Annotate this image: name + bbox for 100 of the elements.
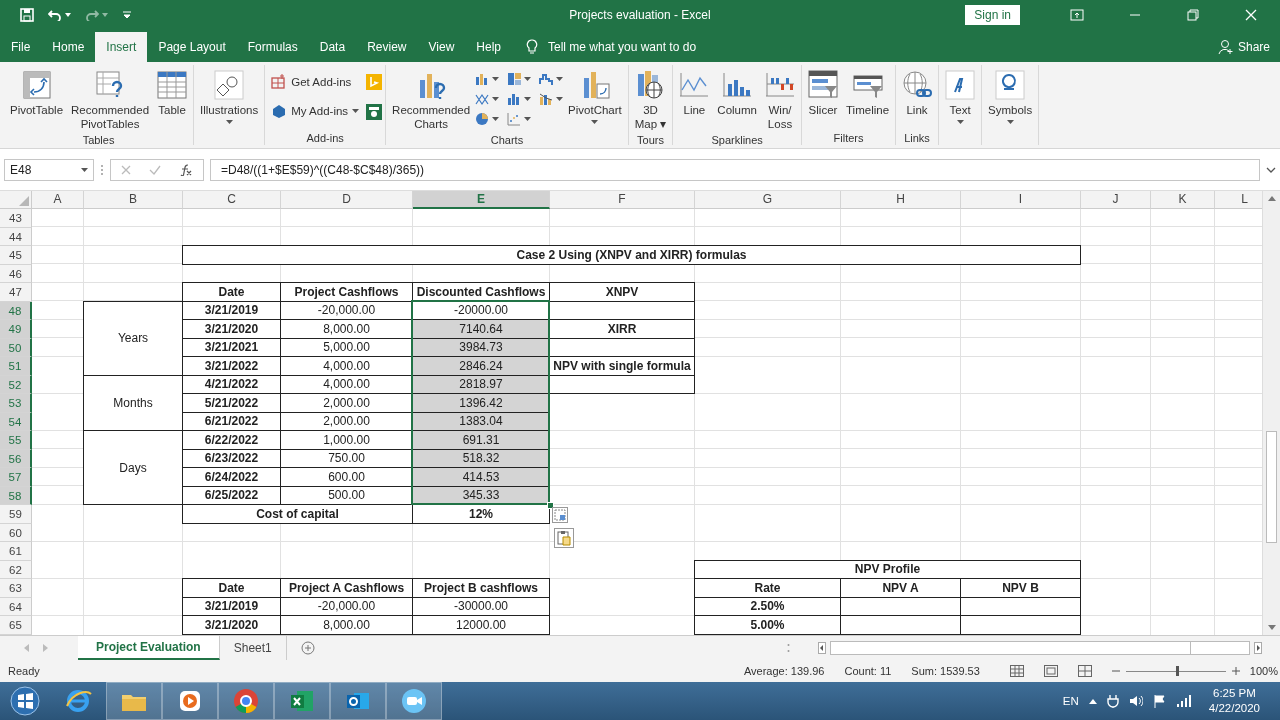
- sign-in-button[interactable]: Sign in: [965, 5, 1020, 25]
- ribbon-button[interactable]: Win/ Loss: [762, 68, 798, 133]
- power-plug-icon[interactable]: [1106, 694, 1119, 708]
- ribbon-button[interactable]: Recommended Charts: [389, 68, 474, 133]
- redo-icon[interactable]: [85, 9, 99, 21]
- hierarchy-chart-icon[interactable]: [507, 72, 522, 86]
- tell-me-field[interactable]: Tell me what you want to do: [546, 39, 720, 55]
- column-header[interactable]: D: [281, 191, 413, 209]
- column-header[interactable]: I: [961, 191, 1081, 209]
- column-header[interactable]: G: [695, 191, 841, 209]
- scatter-chart-icon[interactable]: [507, 112, 522, 126]
- undo-icon[interactable]: [48, 9, 62, 21]
- column-header[interactable]: L: [1215, 191, 1262, 209]
- ribbon-tab[interactable]: Formulas: [236, 32, 309, 62]
- column-header[interactable]: B: [84, 191, 183, 209]
- ribbon-tab[interactable]: Data: [308, 32, 357, 62]
- ribbon-button[interactable]: Recommended PivotTables: [68, 68, 153, 133]
- name-box[interactable]: E48: [4, 158, 94, 181]
- expand-icon[interactable]: [1266, 166, 1276, 173]
- ribbon-button[interactable]: Symbols: [985, 68, 1036, 126]
- clock-date[interactable]: 4/22/2020: [1208, 701, 1260, 716]
- browser-icon[interactable]: [231, 686, 261, 716]
- ribbon-button[interactable]: My Add-ins: [268, 100, 363, 122]
- column-header[interactable]: E: [413, 191, 550, 209]
- restore-icon[interactable]: [1187, 9, 1199, 21]
- check-icon[interactable]: [149, 164, 161, 175]
- pie-chart-icon[interactable]: [475, 112, 490, 126]
- column-header[interactable]: J: [1081, 191, 1151, 209]
- ribbon-button[interactable]: Timeline: [843, 68, 893, 119]
- scroll-left-icon[interactable]: [818, 642, 826, 654]
- waterfall-chart-icon[interactable]: [539, 72, 554, 86]
- ribbon-tab[interactable]: Help: [465, 32, 512, 62]
- zoom-slider[interactable]: [1175, 665, 1179, 676]
- save-icon[interactable]: [20, 8, 34, 22]
- clock-time[interactable]: 6:25 PM: [1213, 686, 1256, 701]
- ribbon-button[interactable]: Table: [154, 68, 191, 119]
- add-sheet-icon[interactable]: [300, 641, 315, 655]
- video-camera-icon[interactable]: [399, 686, 429, 716]
- row-header[interactable]: 53: [0, 394, 32, 413]
- ribbon-tab[interactable]: Home: [41, 32, 96, 62]
- ribbon-button[interactable]: PivotChart: [565, 68, 625, 126]
- scroll-thumb[interactable]: [1266, 431, 1277, 543]
- ribbon-display-icon[interactable]: [1070, 9, 1084, 21]
- language-indicator[interactable]: EN: [1062, 695, 1079, 707]
- close-icon[interactable]: [1245, 9, 1257, 21]
- ribbon-button[interactable]: Illustrations: [197, 68, 262, 126]
- normal-view-icon[interactable]: [1009, 665, 1024, 677]
- start-button-icon[interactable]: [10, 686, 40, 716]
- page-break-icon[interactable]: [1077, 665, 1092, 677]
- ribbon-button[interactable]: 3D Map ▾: [631, 68, 670, 133]
- zoom-in-icon[interactable]: [1231, 667, 1240, 675]
- sheet-tab[interactable]: Project Evaluation: [78, 636, 220, 660]
- customize-menu-icon[interactable]: [122, 11, 132, 19]
- column-header[interactable]: A: [32, 191, 84, 209]
- column-chart-icon[interactable]: [507, 92, 522, 106]
- row-header[interactable]: 59: [0, 505, 32, 524]
- scatter-line-icon[interactable]: [475, 92, 490, 106]
- row-header[interactable]: 63: [0, 579, 32, 598]
- zoom-level[interactable]: 100%: [1249, 665, 1278, 677]
- flag-icon[interactable]: [1152, 694, 1167, 708]
- ribbon-tab[interactable]: Page Layout: [147, 32, 237, 62]
- scroll-right-icon[interactable]: [1254, 642, 1262, 654]
- speaker-icon[interactable]: [1128, 694, 1143, 708]
- combo-chart-icon[interactable]: [539, 92, 554, 106]
- column-header[interactable]: C: [183, 191, 281, 209]
- row-header[interactable]: 57: [0, 468, 32, 487]
- ribbon-tab[interactable]: Review: [356, 32, 418, 62]
- signal-icon[interactable]: [1176, 695, 1191, 707]
- column-header[interactable]: K: [1151, 191, 1215, 209]
- row-header[interactable]: 51: [0, 357, 32, 376]
- ribbon-button[interactable]: Slicer: [805, 68, 841, 119]
- ribbon-button[interactable]: Line: [676, 68, 713, 119]
- function-icon[interactable]: [179, 163, 193, 176]
- ribbon-button[interactable]: Text: [942, 68, 979, 126]
- share-button[interactable]: Share: [1217, 32, 1270, 62]
- bar-chart-icon[interactable]: [475, 72, 490, 86]
- ribbon-button[interactable]: PivotTable: [7, 68, 67, 119]
- row-header[interactable]: 55: [0, 431, 32, 450]
- row-header[interactable]: 43: [0, 209, 32, 228]
- paste-options-icon[interactable]: [554, 527, 574, 548]
- row-header[interactable]: 45: [0, 246, 32, 265]
- row-header[interactable]: 65: [0, 616, 32, 635]
- row-header[interactable]: 47: [0, 283, 32, 302]
- page-layout-icon[interactable]: [1043, 665, 1058, 677]
- fill-handle[interactable]: [547, 502, 554, 509]
- row-header[interactable]: 61: [0, 542, 32, 561]
- scroll-up-icon[interactable]: [1267, 195, 1276, 201]
- column-header[interactable]: F: [550, 191, 695, 209]
- column-header[interactable]: H: [841, 191, 961, 209]
- chart-tile-icon[interactable]: [366, 104, 383, 120]
- ribbon-button[interactable]: Column: [714, 68, 760, 119]
- scroll-down-icon[interactable]: [1267, 625, 1276, 631]
- formula-field[interactable]: =D48/((1+$E$59)^((C48-$C$48)/365)): [210, 158, 1260, 181]
- tile-icon[interactable]: [366, 74, 383, 90]
- show-hidden-icons-icon[interactable]: [1088, 698, 1097, 704]
- ribbon-tab[interactable]: Insert: [95, 32, 148, 62]
- ribbon-button[interactable]: Link: [899, 68, 936, 119]
- quick-analysis-icon[interactable]: [552, 507, 568, 523]
- row-header[interactable]: 49: [0, 320, 32, 339]
- ribbon-tab[interactable]: View: [417, 32, 466, 62]
